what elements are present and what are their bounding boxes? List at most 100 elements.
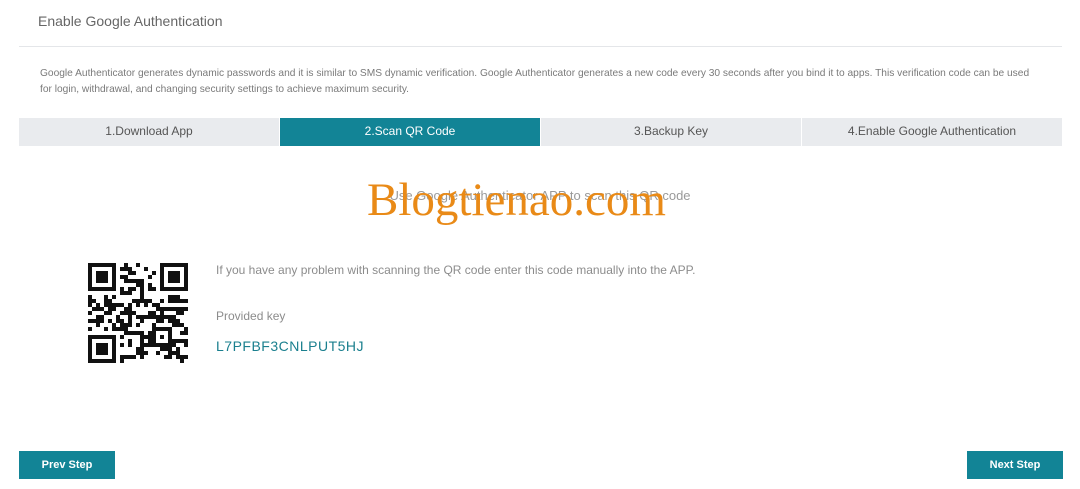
qr-module (156, 315, 160, 319)
qr-module (168, 307, 172, 311)
qr-module (104, 343, 108, 347)
qr-module (140, 279, 144, 283)
qr-module (108, 299, 112, 303)
qr-module (172, 275, 176, 279)
qr-module (160, 343, 164, 347)
qr-module (100, 343, 104, 347)
qr-module (96, 303, 100, 307)
qr-module (176, 355, 180, 359)
qr-module (88, 339, 92, 343)
qr-module (120, 355, 124, 359)
qr-module (124, 267, 128, 271)
qr-module (140, 299, 144, 303)
qr-module (88, 335, 92, 339)
qr-module (120, 291, 124, 295)
qr-module (100, 315, 104, 319)
qr-module (112, 279, 116, 283)
qr-module (148, 311, 152, 315)
qr-module (160, 311, 164, 315)
qr-module (96, 287, 100, 291)
qr-module (184, 331, 188, 335)
qr-module (144, 343, 148, 347)
next-step-button[interactable]: Next Step (967, 451, 1063, 479)
qr-module (160, 319, 164, 323)
step-scan-qr-code[interactable]: 2.Scan QR Code (279, 118, 540, 146)
qr-module (100, 287, 104, 291)
qr-module (172, 263, 176, 267)
qr-module (136, 283, 140, 287)
qr-module (96, 279, 100, 283)
qr-module (132, 331, 136, 335)
qr-module (176, 307, 180, 311)
qr-module (132, 355, 136, 359)
qr-module (176, 339, 180, 343)
step-enable-google-auth[interactable]: 4.Enable Google Authentication (801, 118, 1062, 146)
qr-module (144, 351, 148, 355)
qr-module (168, 355, 172, 359)
qr-module (176, 351, 180, 355)
prev-step-button[interactable]: Prev Step (19, 451, 115, 479)
qr-module (160, 327, 164, 331)
qr-module (184, 299, 188, 303)
qr-module (96, 271, 100, 275)
qr-module (184, 355, 188, 359)
qr-module (140, 315, 144, 319)
qr-module (168, 287, 172, 291)
qr-module (88, 311, 92, 315)
qr-module (140, 355, 144, 359)
qr-module (168, 279, 172, 283)
qr-module (112, 351, 116, 355)
qr-module (108, 303, 112, 307)
header-divider (19, 46, 1062, 47)
qr-module (156, 343, 160, 347)
qr-module (164, 355, 168, 359)
qr-module (128, 339, 132, 343)
qr-module (112, 295, 116, 299)
qr-module (104, 359, 108, 363)
qr-module (152, 323, 156, 327)
qr-module (104, 279, 108, 283)
qr-module (100, 351, 104, 355)
qr-module (88, 271, 92, 275)
qr-module (124, 323, 128, 327)
qr-module (112, 359, 116, 363)
qr-module (176, 279, 180, 283)
qr-module (176, 275, 180, 279)
qr-module (124, 307, 128, 311)
qr-module (176, 347, 180, 351)
qr-module (184, 271, 188, 275)
qr-module (108, 319, 112, 323)
manual-entry-hint: If you have any problem with scanning th… (216, 263, 696, 277)
qr-module (108, 307, 112, 311)
qr-module (128, 323, 132, 327)
qr-module (168, 327, 172, 331)
qr-module (160, 279, 164, 283)
step-backup-key[interactable]: 3.Backup Key (540, 118, 801, 146)
qr-module (144, 267, 148, 271)
qr-module (168, 299, 172, 303)
qr-module (152, 343, 156, 347)
qr-module (180, 311, 184, 315)
qr-module (160, 283, 164, 287)
qr-module (156, 327, 160, 331)
qr-module (180, 299, 184, 303)
qr-module (88, 295, 92, 299)
qr-module (116, 327, 120, 331)
step-download-app[interactable]: 1.Download App (19, 118, 279, 146)
qr-module (164, 343, 168, 347)
qr-module (140, 283, 144, 287)
qr-module (124, 263, 128, 267)
qr-module (108, 359, 112, 363)
qr-module (172, 319, 176, 323)
qr-module (112, 335, 116, 339)
qr-module (184, 307, 188, 311)
qr-module (164, 287, 168, 291)
qr-module (120, 323, 124, 327)
qr-module (120, 311, 124, 315)
qr-module (116, 315, 120, 319)
qr-module (140, 351, 144, 355)
qr-module (92, 307, 96, 311)
qr-module (96, 275, 100, 279)
qr-module (100, 271, 104, 275)
qr-module (160, 307, 164, 311)
